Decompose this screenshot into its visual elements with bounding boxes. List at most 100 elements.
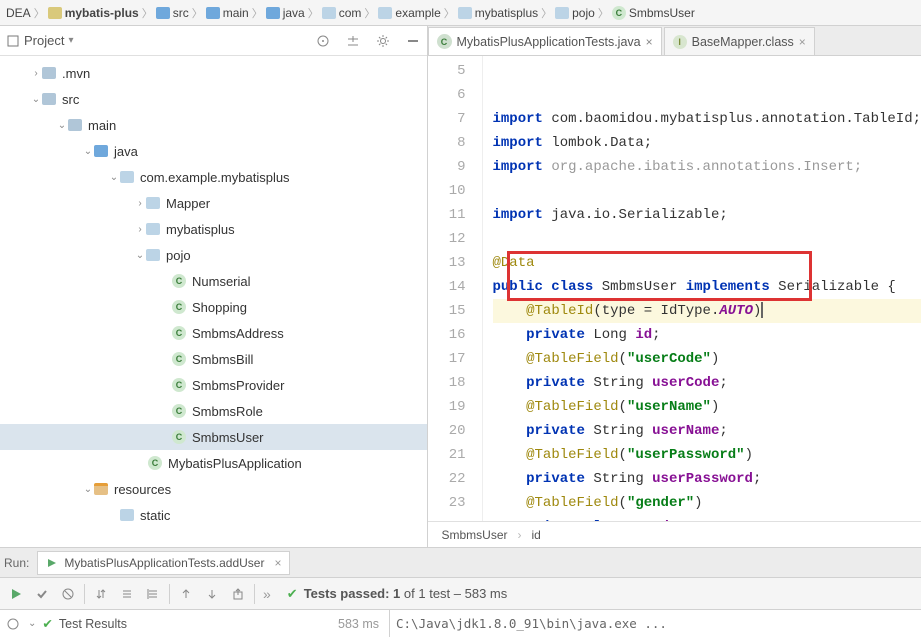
code-crumb-field[interactable]: id [532,528,541,542]
crumb-root[interactable]: DEA [6,6,31,20]
rerun-icon[interactable] [4,582,28,606]
test-results-row: ⌄ ✔ Test Results 583 ms C:\Java\jdk1.8.0… [0,609,921,637]
crumb-example[interactable]: example [378,6,440,20]
toggle-passed-icon[interactable] [30,582,54,606]
next-icon[interactable] [200,582,224,606]
crumb-class[interactable]: CSmbmsUser [612,6,695,20]
run-label: Run: [4,556,29,570]
tree-class[interactable]: CSmbmsProvider [0,372,427,398]
project-icon [6,34,20,48]
folder-icon [156,7,170,19]
gutter: 567891011121314151617181920212223 [428,56,483,521]
expand-icon[interactable] [115,582,139,606]
code-breadcrumb: SmbmsUser › id [428,521,921,547]
hide-icon[interactable] [405,33,421,49]
tree-class-selected[interactable]: CSmbmsUser [0,424,427,450]
class-icon: C [172,326,186,340]
tree-class[interactable]: CShopping [0,294,427,320]
tree-class[interactable]: CNumserial [0,268,427,294]
folder-icon [555,7,569,19]
editor-tabs: C MybatisPlusApplicationTests.java × I B… [428,26,921,56]
project-header: Project ▾ [0,26,427,56]
check-icon: ✔ [42,616,52,631]
code-area[interactable]: import com.baomidou.mybatisplus.annotati… [483,56,921,521]
code-editor[interactable]: 567891011121314151617181920212223 import… [428,56,921,521]
project-tree[interactable]: ›.mvn ⌄src ⌄main ⌄java ⌄com.example.myba… [0,56,427,547]
crumb-module[interactable]: mybatis-plus [48,6,139,20]
tree-src[interactable]: ⌄src [0,86,427,112]
close-icon[interactable]: × [799,35,806,49]
stop-icon[interactable] [4,612,22,636]
expand-all-icon[interactable] [345,33,361,49]
collapse-icon[interactable] [141,582,165,606]
tree-class[interactable]: CSmbmsAddress [0,320,427,346]
tree-class[interactable]: CSmbmsRole [0,398,427,424]
test-results-ms: 583 ms [338,617,379,631]
folder-icon [68,119,82,131]
project-title[interactable]: Project ▾ [6,33,315,48]
class-icon: C [172,378,186,392]
class-icon: C [172,430,186,444]
tree-resources[interactable]: ⌄resources [0,476,427,502]
class-icon: C [437,34,452,49]
select-opened-icon[interactable] [315,33,331,49]
folder-icon [322,7,336,19]
gear-icon[interactable] [375,33,391,49]
crumb-mbp[interactable]: mybatisplus [458,6,538,20]
tab-tests[interactable]: C MybatisPlusApplicationTests.java × [428,27,662,55]
tree-mbp[interactable]: ›mybatisplus [0,216,427,242]
sort-icon[interactable] [89,582,113,606]
toggle-ignored-icon[interactable] [56,582,80,606]
test-status: ✔ Tests passed: 1 of 1 test – 583 ms [287,586,507,602]
tree-pojo[interactable]: ⌄pojo [0,242,427,268]
class-icon: C [612,6,626,20]
folder-icon [42,67,56,79]
crumb-com[interactable]: com [322,6,362,20]
folder-icon [42,93,56,105]
run-config-tab[interactable]: MybatisPlusApplicationTests.addUser × [37,551,290,575]
resources-icon [94,483,108,495]
spring-icon: C [148,456,162,470]
class-icon: C [172,300,186,314]
tree-app[interactable]: CMybatisPlusApplication [0,450,427,476]
run-icon [46,557,58,569]
folder-icon [266,7,280,19]
tree-main[interactable]: ⌄main [0,112,427,138]
editor-panel: C MybatisPlusApplicationTests.java × I B… [428,26,921,547]
tree-mvn[interactable]: ›.mvn [0,60,427,86]
class-icon: C [172,404,186,418]
class-icon: C [172,352,186,366]
tree-pkg[interactable]: ⌄com.example.mybatisplus [0,164,427,190]
folder-icon [378,7,392,19]
prev-icon[interactable] [174,582,198,606]
folder-icon [458,7,472,19]
close-icon[interactable]: × [274,556,281,570]
test-toolbar: » ✔ Tests passed: 1 of 1 test – 583 ms [0,577,921,609]
chevron-down-icon[interactable]: ⌄ [28,618,36,629]
package-icon [146,249,160,261]
tab-basemapper[interactable]: I BaseMapper.class × [664,27,815,55]
interface-icon: I [673,35,687,49]
crumb-java[interactable]: java [266,6,305,20]
run-tool-tab: Run: MybatisPlusApplicationTests.addUser… [0,547,921,577]
more-icon[interactable]: » [263,586,271,602]
package-icon [146,197,160,209]
console-output[interactable]: C:\Java\jdk1.8.0_91\bin\java.exe ... [390,610,921,637]
close-icon[interactable]: × [646,35,653,49]
folder-icon [206,7,220,19]
class-icon: C [172,274,186,288]
test-results-label[interactable]: Test Results [59,617,127,631]
crumb-pojo[interactable]: pojo [555,6,595,20]
tree-java[interactable]: ⌄java [0,138,427,164]
tree-mapper[interactable]: ›Mapper [0,190,427,216]
package-icon [120,171,134,183]
crumb-src[interactable]: src [156,6,189,20]
crumb-main[interactable]: main [206,6,249,20]
folder-icon [120,509,134,521]
tree-static[interactable]: static [0,502,427,528]
tree-class[interactable]: CSmbmsBill [0,346,427,372]
breadcrumb: DEA〉 mybatis-plus〉 src〉 main〉 java〉 com〉… [0,0,921,26]
project-panel: Project ▾ ›.mvn ⌄src ⌄main ⌄java ⌄com.ex… [0,26,428,547]
export-icon[interactable] [226,582,250,606]
code-crumb-class[interactable]: SmbmsUser [442,528,508,542]
